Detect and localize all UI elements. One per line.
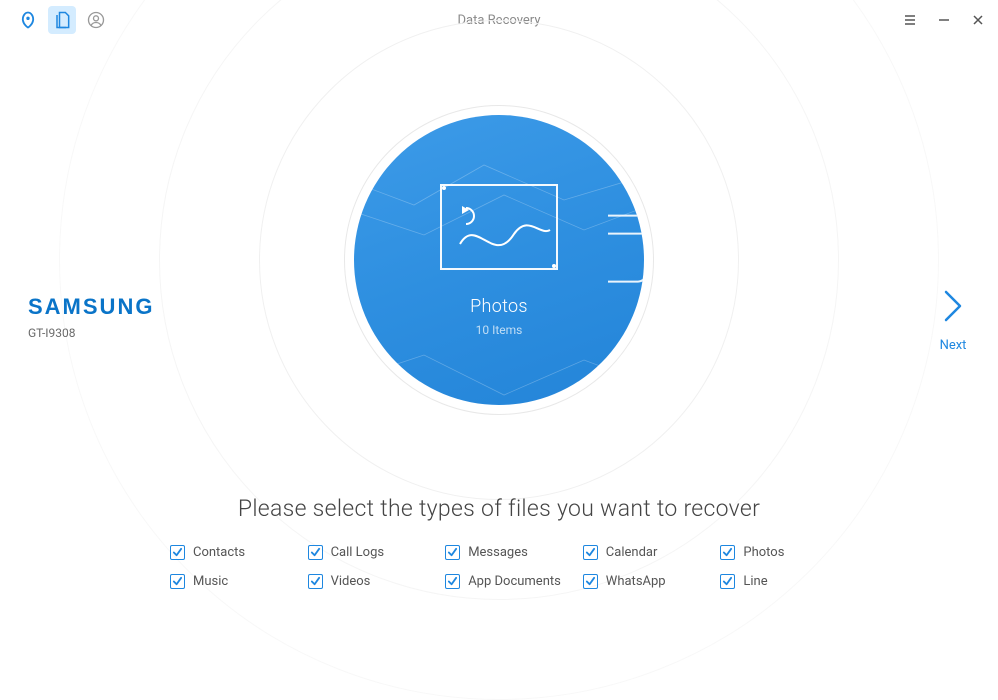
checkbox-icon	[583, 545, 598, 560]
photo-icon	[440, 184, 558, 270]
checkbox-icon	[583, 574, 598, 589]
checkbox-label: Messages	[468, 545, 528, 560]
checkbox-icon	[170, 545, 185, 560]
checkbox-app-documents[interactable]: App Documents	[445, 574, 583, 589]
checkbox-icon	[720, 545, 735, 560]
main-stage: SAMSUNG GT-I9308 Photos 10 Items	[0, 40, 998, 617]
close-button[interactable]	[968, 10, 988, 30]
checkbox-label: Photos	[743, 545, 784, 560]
checkbox-calendar[interactable]: Calendar	[583, 545, 721, 560]
file-type-grid: Contacts Call Logs Messages Calendar Pho…	[170, 545, 858, 589]
checkbox-icon	[720, 574, 735, 589]
checkbox-label: Contacts	[193, 545, 245, 560]
checkbox-call-logs[interactable]: Call Logs	[308, 545, 446, 560]
instruction-text: Please select the types of files you wan…	[0, 495, 998, 522]
chevron-right-icon	[938, 286, 968, 326]
checkbox-icon	[308, 545, 323, 560]
device-info: SAMSUNG GT-I9308	[28, 294, 154, 340]
user-tab-icon[interactable]	[82, 6, 110, 34]
checkbox-icon	[445, 574, 460, 589]
checkbox-contacts[interactable]: Contacts	[170, 545, 308, 560]
checkbox-line[interactable]: Line	[720, 574, 858, 589]
checkbox-label: App Documents	[468, 574, 561, 589]
device-brand: SAMSUNG	[28, 294, 154, 320]
checkbox-videos[interactable]: Videos	[308, 574, 446, 589]
device-model: GT-I9308	[28, 326, 154, 340]
checkbox-photos[interactable]: Photos	[720, 545, 858, 560]
checkbox-label: WhatsApp	[606, 574, 666, 589]
next-button[interactable]: Next	[938, 286, 968, 353]
checkbox-messages[interactable]: Messages	[445, 545, 583, 560]
checkbox-icon	[170, 574, 185, 589]
checkbox-label: Calendar	[606, 545, 658, 560]
home-tab-icon[interactable]	[14, 6, 42, 34]
minimize-button[interactable]	[934, 10, 954, 30]
recovery-tab-icon[interactable]	[48, 6, 76, 34]
checkbox-label: Music	[193, 574, 228, 589]
checkbox-label: Line	[743, 574, 767, 589]
carousel-center[interactable]: Photos 10 Items	[354, 115, 644, 405]
checkbox-label: Call Logs	[331, 545, 385, 560]
checkbox-label: Videos	[331, 574, 371, 589]
titlebar-tools	[0, 6, 110, 34]
next-label: Next	[938, 338, 968, 353]
checkbox-icon	[308, 574, 323, 589]
window-controls	[900, 10, 988, 30]
menu-icon[interactable]	[900, 10, 920, 30]
checkbox-whatsapp[interactable]: WhatsApp	[583, 574, 721, 589]
checkbox-music[interactable]: Music	[170, 574, 308, 589]
carousel-next-peek	[602, 204, 644, 298]
checkbox-icon	[445, 545, 460, 560]
